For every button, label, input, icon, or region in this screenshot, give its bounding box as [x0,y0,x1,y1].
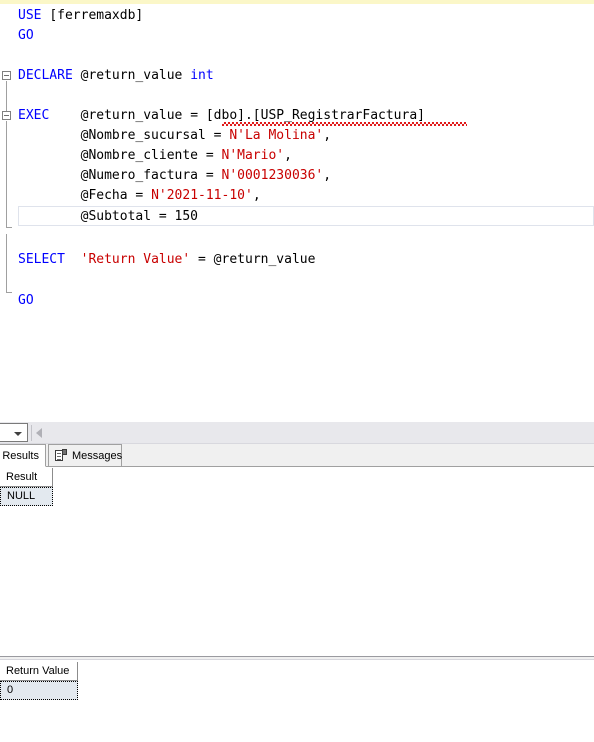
grid-header-row: Return Value [0,662,594,682]
code-token-plain: @return_value [80,68,191,83]
chevron-down-icon[interactable] [14,432,22,436]
results-tabstrip[interactable]: Results Messages [0,444,594,467]
code-token-kw: USE [18,8,50,23]
cell-return-value[interactable]: 0 [0,681,78,700]
code-text[interactable]: USE [ferremaxdb] GO DECLARE @return_value … [0,4,594,422]
code-line[interactable]: @Numero_factura = N'0001230036', [18,166,331,186]
code-token-type: int [190,68,214,83]
row-filler [78,681,594,700]
code-token-plain: = @return_value [190,252,316,267]
tab-messages-label: Messages [72,449,123,462]
grid-splitter[interactable] [0,656,594,660]
table-row[interactable]: NULL [0,487,594,506]
code-token-plain: @Subtotal = 150 [18,209,199,224]
tab-results[interactable]: Results [0,444,46,467]
column-header-result[interactable]: Result [0,468,53,487]
tab-messages[interactable]: Messages [48,444,122,467]
code-line[interactable]: DECLARE @return_value int [18,66,214,86]
code-token-kw: DECLARE [18,68,81,83]
tab-results-label: Results [2,449,39,462]
code-token-kw: GO [18,293,34,308]
toolbar-separator [31,425,32,441]
code-token-plain: @Fecha = [18,188,152,203]
row-filler [53,487,594,506]
messages-icon [55,449,67,462]
results-toolbar: % [0,422,594,444]
result-grid[interactable]: Result NULL [0,468,594,506]
code-line[interactable]: SELECT 'Return Value' = @return_value [18,250,315,270]
code-token-str: N'0001230036' [221,168,324,183]
code-line[interactable]: USE [ferremaxdb] [18,6,143,26]
header-filler [78,662,594,682]
code-token-kw: EXEC [18,108,50,123]
sql-code-editor[interactable]: USE [ferremaxdb] GO DECLARE @return_value … [0,4,594,422]
code-token-plain: @Nombre_cliente = [18,148,222,163]
chevron-left-icon[interactable] [36,428,42,438]
code-line[interactable]: GO [18,26,34,46]
zoom-combo-box[interactable]: % [0,423,28,442]
results-pane: % Results Messages Result NULL [0,422,594,742]
grid-header-row: Result [0,468,594,488]
column-header-return-value[interactable]: Return Value [0,662,78,681]
code-token-str: 'Return Value' [80,252,191,267]
code-token-str: N'2021-11-10' [151,188,253,203]
code-line[interactable]: @Nombre_cliente = N'Mario', [18,146,292,166]
table-row[interactable]: 0 [0,681,594,700]
code-token-plain: [ferremaxdb] [49,8,144,23]
code-token-kw: GO [18,28,34,43]
code-line[interactable]: GO [18,291,34,311]
code-line[interactable]: @Subtotal = 150 [18,207,198,227]
cell-result-value[interactable]: NULL [0,487,53,506]
return-value-grid[interactable]: Return Value 0 [0,662,594,700]
code-token-plain: , [252,188,261,203]
error-squiggle-icon [222,122,467,126]
header-filler [53,468,594,488]
code-token-plain: @return_value = [dbo].[USP_RegistrarFact… [49,108,425,123]
code-token-kw: SELECT [18,252,81,267]
code-token-str: N'La Molina' [229,128,324,143]
code-token-plain: , [323,168,332,183]
code-token-plain: @Nombre_sucursal = [18,128,230,143]
code-token-str: N'Mario' [221,148,285,163]
code-line[interactable]: @Nombre_sucursal = N'La Molina', [18,126,331,146]
code-line[interactable]: @Fecha = N'2021-11-10', [18,186,261,206]
code-token-plain: , [284,148,292,163]
code-token-plain: @Numero_factura = [18,168,222,183]
code-token-plain: , [323,128,332,143]
